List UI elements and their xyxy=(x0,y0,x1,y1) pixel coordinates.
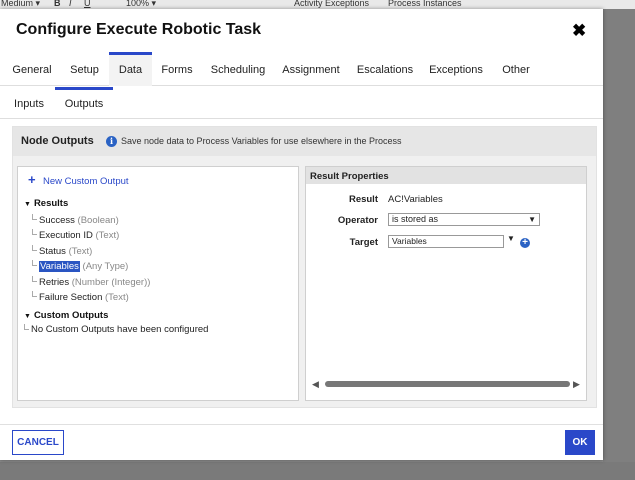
tree-connector xyxy=(32,229,37,235)
horizontal-scrollbar[interactable]: ◀ ▶ xyxy=(312,378,580,390)
tree-item-name: Retries xyxy=(39,277,70,288)
ok-button[interactable]: OK xyxy=(565,430,595,455)
tree-connector xyxy=(32,291,37,297)
tree-item-retries[interactable]: Retries (Number (Integer)) xyxy=(32,276,150,288)
tab-scheduling[interactable]: Scheduling xyxy=(204,52,272,86)
tree-item-execution-id[interactable]: Execution ID (Text) xyxy=(32,229,119,241)
tab-other[interactable]: Other xyxy=(494,52,538,86)
scroll-right-icon[interactable]: ▶ xyxy=(573,379,580,390)
result-value: AC!Variables xyxy=(388,194,443,205)
tree-item-type: (Text) xyxy=(68,246,93,257)
tree-item-type: (Text) xyxy=(95,230,120,241)
plus-icon: + xyxy=(28,172,36,187)
custom-outputs-empty-message: No Custom Outputs have been configured xyxy=(24,324,208,335)
node-outputs-title: Node Outputs xyxy=(21,135,94,147)
scroll-left-icon[interactable]: ◀ xyxy=(312,379,319,390)
scrollbar-thumb[interactable] xyxy=(325,381,570,387)
new-custom-output-link[interactable]: + New Custom Output xyxy=(28,172,129,187)
tab-forms[interactable]: Forms xyxy=(154,52,200,86)
zoom-select[interactable]: 100% ▾ xyxy=(126,0,156,8)
background-toolbar: Medium ▾ B I U 100% ▾ Activity Exception… xyxy=(0,0,635,9)
operator-selected-value: is stored as xyxy=(392,214,439,224)
configure-node-dialog: Configure Execute Robotic Task ✖ General… xyxy=(0,9,603,460)
tree-item-status[interactable]: Status (Text) xyxy=(32,245,92,257)
tree-item-type: (Number (Integer)) xyxy=(71,277,151,288)
underline-button[interactable]: U xyxy=(84,0,91,8)
dialog-title: Configure Execute Robotic Task xyxy=(16,21,262,38)
collapse-triangle-icon: ▼ xyxy=(24,201,31,208)
tree-item-name: Success xyxy=(39,215,75,226)
tree-connector xyxy=(24,324,29,330)
bold-button[interactable]: B xyxy=(54,0,61,8)
operator-select[interactable]: is stored as ▼ xyxy=(388,213,540,226)
footer-divider xyxy=(0,424,603,425)
target-dropdown-icon[interactable]: ▼ xyxy=(507,234,515,243)
tab-exceptions[interactable]: Exceptions xyxy=(424,52,488,86)
node-outputs-section: Node Outputs i Save node data to Process… xyxy=(12,126,597,408)
close-icon[interactable]: ✖ xyxy=(572,21,586,41)
subtab-outputs[interactable]: Outputs xyxy=(55,87,113,119)
tree-item-type: (Text) xyxy=(105,292,129,303)
target-input[interactable]: Variables xyxy=(388,235,504,248)
activity-exceptions-link[interactable]: Activity Exceptions xyxy=(294,0,369,8)
tree-connector xyxy=(32,245,37,251)
custom-outputs-empty-text: No Custom Outputs have been configured xyxy=(31,324,209,335)
results-group-label: Results xyxy=(33,198,69,209)
chevron-down-icon: ▼ xyxy=(528,215,536,224)
result-properties-panel: Result Properties Result AC!Variables Op… xyxy=(305,166,587,401)
node-outputs-description: Save node data to Process Variables for … xyxy=(121,136,402,146)
font-size-select[interactable]: Medium ▾ xyxy=(1,0,40,8)
tree-item-name-selected: Variables xyxy=(39,261,80,272)
tab-escalations[interactable]: Escalations xyxy=(350,52,420,86)
tree-item-name: Failure Section xyxy=(39,292,103,303)
tree-item-type: (Boolean) xyxy=(77,215,119,226)
results-group[interactable]: ▼ Results xyxy=(24,198,68,209)
operator-label: Operator xyxy=(337,215,378,226)
main-tabs: General Setup Data Forms Scheduling Assi… xyxy=(0,52,603,86)
italic-button[interactable]: I xyxy=(69,0,72,8)
add-variable-icon[interactable]: + xyxy=(520,238,530,248)
tab-setup[interactable]: Setup xyxy=(62,52,107,86)
background-canvas xyxy=(603,9,635,480)
tree-item-variables[interactable]: Variables (Any Type) xyxy=(32,260,128,272)
info-icon: i xyxy=(106,136,117,147)
new-custom-output-label: New Custom Output xyxy=(43,176,129,187)
tree-connector xyxy=(32,260,37,266)
data-subtabs: Inputs Outputs xyxy=(0,87,603,119)
tree-item-name: Execution ID xyxy=(39,230,93,241)
target-label: Target xyxy=(349,237,378,248)
tree-connector xyxy=(32,214,37,220)
result-properties-header: Result Properties xyxy=(306,167,586,184)
subtab-inputs[interactable]: Inputs xyxy=(6,87,52,119)
tab-assignment[interactable]: Assignment xyxy=(276,52,346,86)
process-instances-link[interactable]: Process Instances xyxy=(388,0,462,8)
tree-item-success[interactable]: Success (Boolean) xyxy=(32,214,119,226)
tree-connector xyxy=(32,276,37,282)
outputs-tree: + New Custom Output ▼ Results Success (Boo… xyxy=(17,166,299,401)
cancel-button[interactable]: CANCEL xyxy=(12,430,64,455)
tab-data[interactable]: Data xyxy=(109,52,152,86)
custom-outputs-group[interactable]: ▼ Custom Outputs xyxy=(24,310,108,321)
tree-item-type: (Any Type) xyxy=(82,261,129,272)
tab-general[interactable]: General xyxy=(6,52,58,86)
tree-item-name: Status xyxy=(39,246,66,257)
node-outputs-header: Node Outputs i Save node data to Process… xyxy=(13,127,596,156)
collapse-triangle-icon: ▼ xyxy=(24,313,31,320)
background-canvas-bottom xyxy=(0,462,635,480)
result-label: Result xyxy=(348,194,378,205)
tree-item-failure-section[interactable]: Failure Section (Text) xyxy=(32,291,129,303)
custom-outputs-group-label: Custom Outputs xyxy=(33,310,109,321)
